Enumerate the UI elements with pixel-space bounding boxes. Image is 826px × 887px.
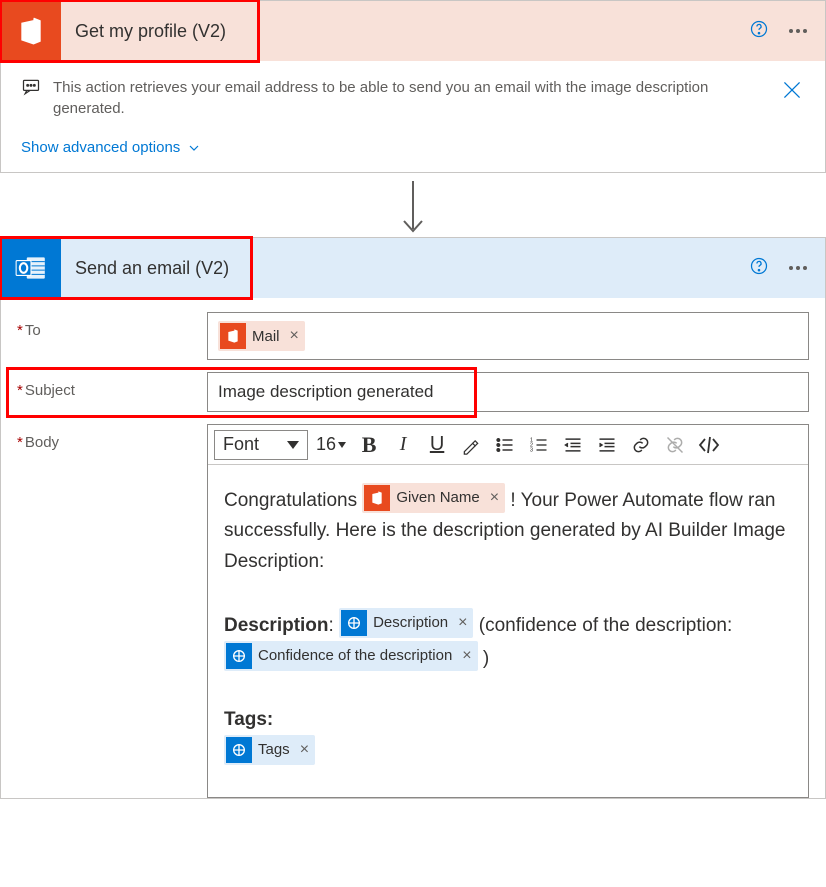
remove-token-icon[interactable]: × [454, 610, 467, 636]
more-menu-icon[interactable] [789, 266, 807, 270]
close-icon[interactable] [779, 77, 805, 108]
font-size-selector[interactable]: 16 [312, 430, 350, 460]
info-text: This action retrieves your email address… [53, 77, 767, 119]
remove-token-icon[interactable]: × [296, 737, 309, 763]
italic-button[interactable]: I [388, 430, 418, 460]
outlook-icon [1, 238, 61, 298]
action-card-send-email: Send an email (V2) *To Mail × [0, 237, 826, 799]
help-icon[interactable] [749, 19, 769, 44]
remove-token-icon[interactable]: × [486, 485, 499, 511]
more-menu-icon[interactable] [789, 29, 807, 33]
font-selector[interactable]: Font [214, 430, 308, 460]
numbered-list-button[interactable]: 123 [524, 430, 554, 460]
bullet-list-button[interactable] [490, 430, 520, 460]
card-title: Send an email (V2) [61, 258, 749, 279]
ai-builder-icon [226, 737, 252, 763]
token-mail[interactable]: Mail × [218, 321, 305, 351]
caret-down-icon [287, 441, 299, 449]
help-icon[interactable] [749, 256, 769, 281]
label-body: *Body [17, 424, 207, 451]
office-icon [364, 485, 390, 511]
comment-icon [21, 77, 41, 102]
code-view-button[interactable] [694, 430, 724, 460]
flow-arrow-icon [0, 173, 826, 237]
field-row-body: *Body Font 16 B I U [17, 424, 809, 798]
label-to: *To [17, 312, 207, 339]
remove-token-icon[interactable]: × [286, 327, 299, 345]
token-description[interactable]: Description × [339, 608, 473, 638]
token-tags[interactable]: Tags × [224, 735, 315, 765]
label-subject: *Subject [17, 372, 207, 399]
card-title: Get my profile (V2) [61, 21, 749, 42]
token-label: Mail [252, 328, 280, 345]
info-row: This action retrieves your email address… [1, 61, 825, 127]
office-icon [1, 1, 61, 61]
indent-button[interactable] [592, 430, 622, 460]
field-row-to: *To Mail × [17, 312, 809, 360]
subject-input[interactable]: Image description generated [207, 372, 809, 412]
subject-value: Image description generated [218, 382, 433, 402]
ai-builder-icon [226, 643, 252, 669]
token-given-name[interactable]: Given Name × [362, 483, 505, 513]
underline-button[interactable]: U [422, 430, 452, 460]
color-picker-button[interactable] [456, 430, 486, 460]
link-button[interactable] [626, 430, 656, 460]
body-description-line: Description: Description × (confidence o… [224, 608, 792, 675]
card-header[interactable]: Send an email (V2) [1, 238, 825, 298]
editor-content[interactable]: Congratulations Given Name × ! Your Powe… [208, 465, 808, 797]
unlink-button[interactable] [660, 430, 690, 460]
outdent-button[interactable] [558, 430, 588, 460]
office-icon [220, 323, 246, 349]
action-card-get-profile: Get my profile (V2) This action retrieve… [0, 0, 826, 173]
ai-builder-icon [341, 610, 367, 636]
bold-button[interactable]: B [354, 430, 384, 460]
svg-text:3: 3 [530, 447, 533, 453]
caret-down-icon [338, 442, 346, 448]
rich-text-editor: Font 16 B I U [207, 424, 809, 798]
body-paragraph: Congratulations Given Name × ! Your Powe… [224, 483, 792, 577]
advanced-options-label: Show advanced options [21, 139, 180, 156]
chevron-down-icon [186, 140, 202, 156]
body-tags-line: Tags: Tags × [224, 705, 792, 769]
show-advanced-options-link[interactable]: Show advanced options [1, 127, 825, 172]
remove-token-icon[interactable]: × [458, 643, 471, 669]
editor-toolbar: Font 16 B I U [208, 425, 808, 465]
to-input[interactable]: Mail × [207, 312, 809, 360]
field-row-subject: *Subject Image description generated [17, 372, 809, 412]
card-header[interactable]: Get my profile (V2) [1, 1, 825, 61]
token-confidence[interactable]: Confidence of the description × [224, 641, 478, 671]
